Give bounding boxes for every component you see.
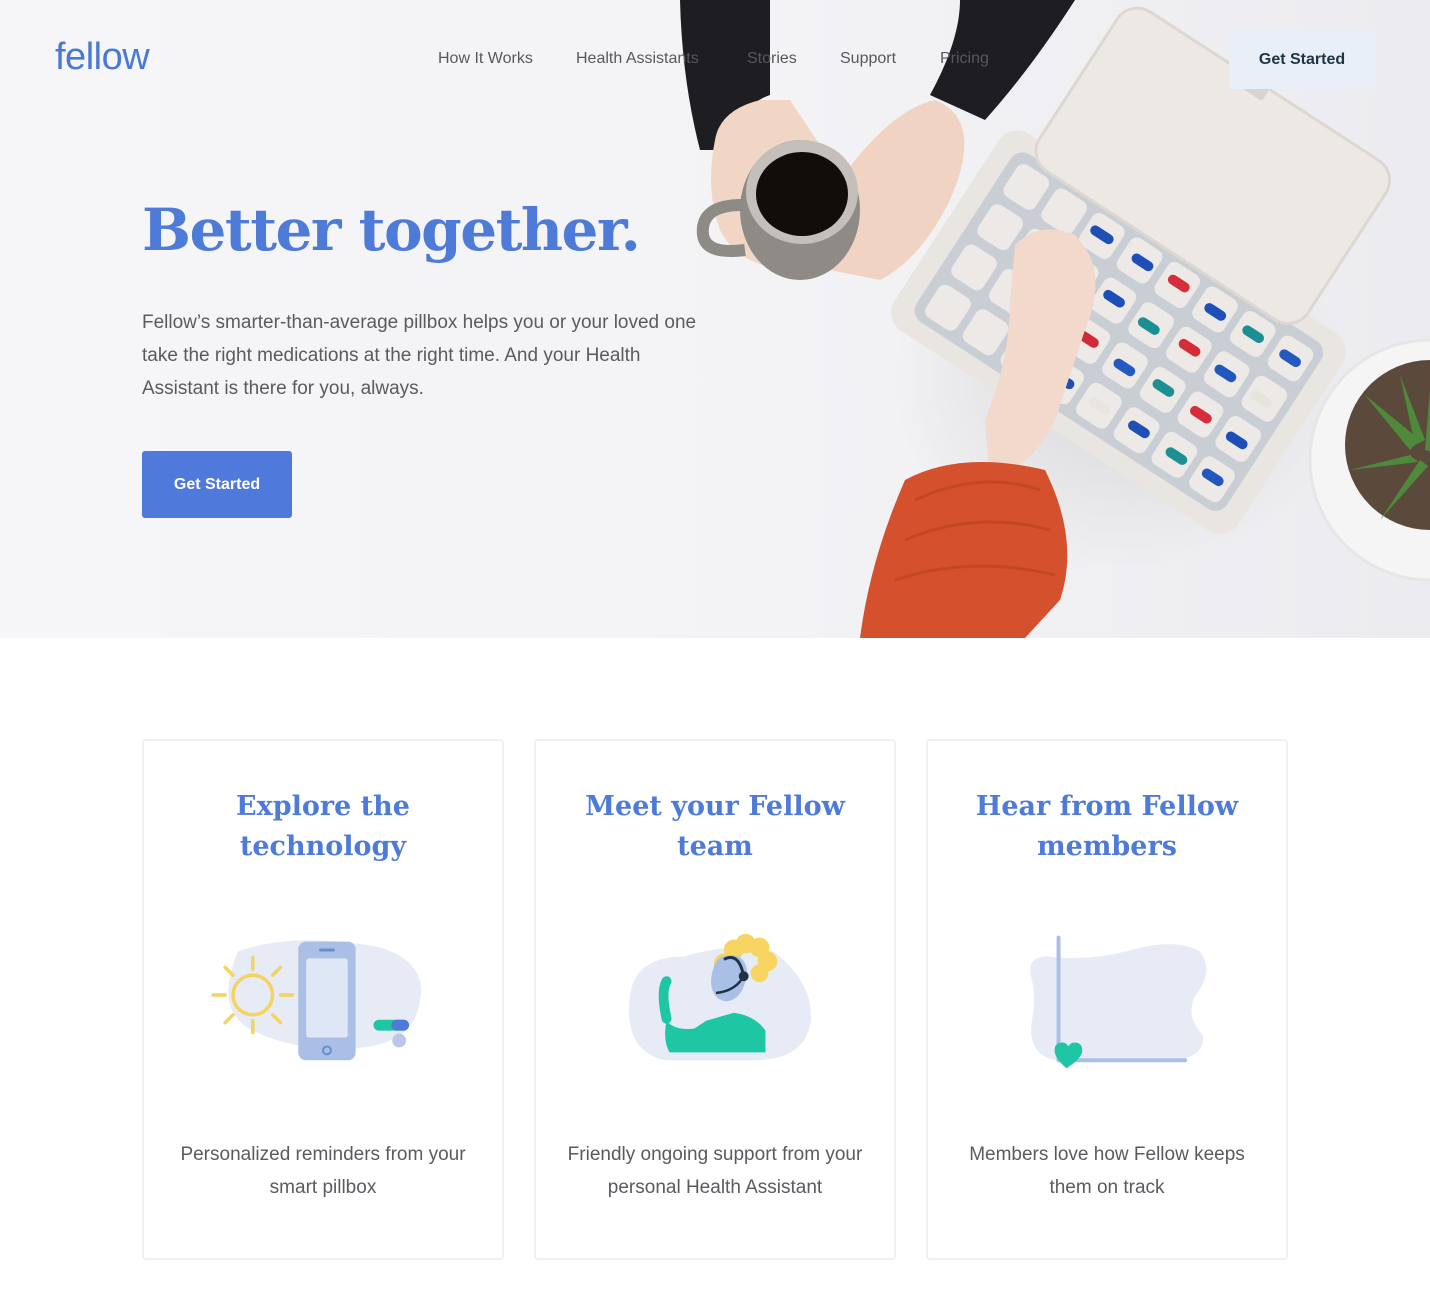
card-title: Meet your Fellow team <box>585 791 845 862</box>
hero-title: Better together. <box>142 196 641 264</box>
nav-how-it-works[interactable]: How It Works <box>438 50 533 68</box>
card-description: Members love how Fellow keeps them on tr… <box>969 1144 1245 1198</box>
hero-get-started-button[interactable]: Get Started <box>142 451 292 518</box>
health-assistant-icon <box>628 933 812 1061</box>
feature-card-technology[interactable]: Explore the technology Personalized remi… <box>142 739 504 1260</box>
heart-chart-icon <box>1030 935 1207 1069</box>
feature-card-members[interactable]: Hear from Fellow members Members love ho… <box>926 739 1288 1260</box>
nav-health-assistants[interactable]: Health Assistants <box>576 50 699 68</box>
nav-support[interactable]: Support <box>840 50 896 68</box>
hero-description: Fellow’s smarter-than-average pillbox he… <box>142 312 697 399</box>
card-description: Personalized reminders from your smart p… <box>180 1144 466 1198</box>
card-description: Friendly ongoing support from your perso… <box>567 1144 863 1198</box>
nav-get-started-button[interactable]: Get Started <box>1229 30 1375 89</box>
phone-sun-pills-icon <box>211 940 422 1061</box>
nav-stories[interactable]: Stories <box>747 50 797 68</box>
feature-card-team[interactable]: Meet your Fellow team Friendly ongoing s… <box>534 739 896 1260</box>
nav-pricing[interactable]: Pricing <box>940 50 989 68</box>
card-title: Hear from Fellow members <box>975 791 1239 862</box>
card-title: Explore the technology <box>236 791 410 862</box>
hero-section: fellow How It Works Health Assistants St… <box>0 0 1430 638</box>
fellow-logo[interactable]: fellow <box>55 36 150 79</box>
